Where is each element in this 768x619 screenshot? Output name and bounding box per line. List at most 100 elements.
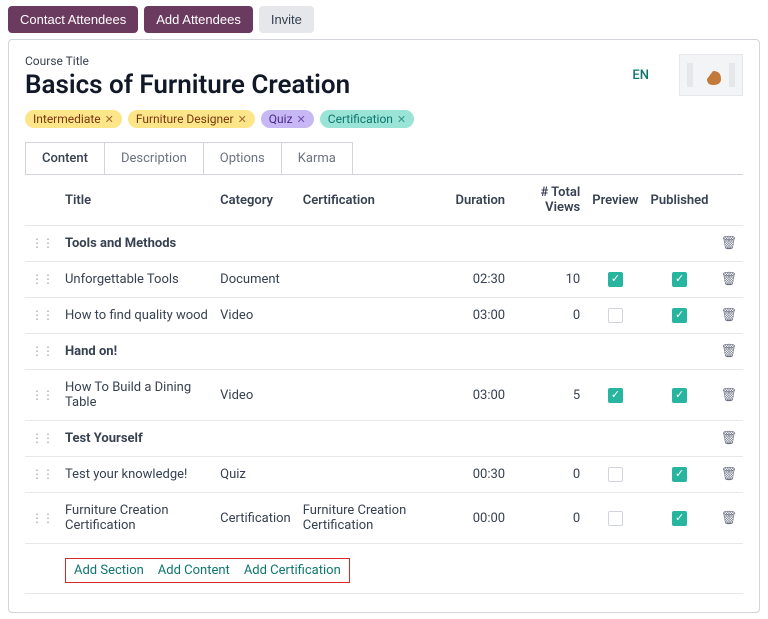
preview-checkbox[interactable] (608, 272, 623, 287)
drag-handle-icon[interactable]: ⋮⋮ (31, 431, 53, 445)
published-checkbox[interactable] (672, 388, 687, 403)
drag-handle-icon[interactable]: ⋮⋮ (31, 388, 53, 402)
course-thumbnail[interactable] (679, 54, 743, 96)
table-section-row: ⋮⋮ Test Yourself 🗑 (25, 421, 743, 457)
trash-icon[interactable]: 🗑 (720, 308, 737, 323)
col-certification: Certification (297, 175, 450, 226)
section-title[interactable]: Tools and Methods (59, 226, 714, 262)
tab-karma[interactable]: Karma (282, 143, 352, 174)
course-card: Course Title Basics of Furniture Creatio… (8, 39, 760, 613)
row-duration: 03:00 (450, 370, 512, 421)
trash-icon[interactable]: 🗑 (720, 467, 737, 482)
col-published: Published (645, 175, 715, 226)
row-title[interactable]: How To Build a Dining Table (59, 370, 214, 421)
row-views: 0 (511, 493, 586, 544)
table-row: ⋮⋮ How to find quality woodVideo 03:000 🗑 (25, 298, 743, 334)
trash-icon[interactable]: 🗑 (720, 344, 737, 359)
preview-checkbox[interactable] (608, 467, 623, 482)
row-certification (297, 298, 450, 334)
table-section-row: ⋮⋮ Tools and Methods 🗑 (25, 226, 743, 262)
row-views: 10 (511, 262, 586, 298)
col-title: Title (59, 175, 214, 226)
close-icon[interactable]: ✕ (397, 113, 406, 126)
row-duration: 00:00 (450, 493, 512, 544)
tab-description[interactable]: Description (105, 143, 204, 174)
row-certification (297, 370, 450, 421)
row-category: Video (214, 298, 297, 334)
trash-icon[interactable]: 🗑 (720, 431, 737, 446)
table-section-row: ⋮⋮ Hand on! 🗑 (25, 334, 743, 370)
add-content-link[interactable]: Add Content (158, 563, 230, 578)
tag-intermediate[interactable]: Intermediate ✕ (25, 110, 122, 128)
row-category: Document (214, 262, 297, 298)
trash-icon[interactable]: 🗑 (720, 511, 737, 526)
row-title[interactable]: Test your knowledge! (59, 457, 214, 493)
table-row: ⋮⋮ Test your knowledge!Quiz 00:300 🗑 (25, 457, 743, 493)
course-title-label: Course Title (25, 54, 632, 68)
row-views: 0 (511, 298, 586, 334)
row-views: 0 (511, 457, 586, 493)
tag-list: Intermediate✕ Furniture Designer✕ Quiz✕ … (25, 110, 743, 128)
row-certification: Furniture Creation Certification (297, 493, 450, 544)
preview-checkbox[interactable] (608, 308, 623, 323)
add-certification-link[interactable]: Add Certification (244, 563, 341, 578)
section-title[interactable]: Test Yourself (59, 421, 714, 457)
add-section-link[interactable]: Add Section (74, 563, 144, 578)
tag-label: Quiz (269, 112, 293, 126)
content-table: Title Category Certification Duration # … (25, 174, 743, 594)
row-views: 5 (511, 370, 586, 421)
row-certification (297, 457, 450, 493)
invite-button[interactable]: Invite (259, 6, 314, 33)
drag-handle-icon[interactable]: ⋮⋮ (31, 344, 53, 358)
table-row: ⋮⋮ How To Build a Dining TableVideo 03:005… (25, 370, 743, 421)
drag-handle-icon[interactable]: ⋮⋮ (31, 511, 53, 525)
top-button-bar: Contact Attendees Add Attendees Invite (8, 6, 760, 33)
preview-checkbox[interactable] (608, 388, 623, 403)
row-duration: 00:30 (450, 457, 512, 493)
drag-handle-icon[interactable]: ⋮⋮ (31, 236, 53, 250)
published-checkbox[interactable] (672, 308, 687, 323)
row-duration: 02:30 (450, 262, 512, 298)
published-checkbox[interactable] (672, 467, 687, 482)
row-duration: 03:00 (450, 298, 512, 334)
published-checkbox[interactable] (672, 272, 687, 287)
row-title[interactable]: How to find quality wood (59, 298, 214, 334)
col-preview: Preview (586, 175, 644, 226)
trash-icon[interactable]: 🗑 (720, 236, 737, 251)
row-category: Video (214, 370, 297, 421)
close-icon[interactable]: ✕ (297, 113, 306, 126)
add-actions-box: Add Section Add Content Add Certificatio… (65, 558, 350, 583)
row-title[interactable]: Unforgettable Tools (59, 262, 214, 298)
table-row: ⋮⋮ Unforgettable ToolsDocument 02:3010 🗑 (25, 262, 743, 298)
close-icon[interactable]: ✕ (238, 113, 247, 126)
row-title[interactable]: Furniture Creation Certification (59, 493, 214, 544)
published-checkbox[interactable] (672, 511, 687, 526)
contact-attendees-button[interactable]: Contact Attendees (8, 6, 138, 33)
trash-icon[interactable]: 🗑 (720, 272, 737, 287)
tag-label: Certification (328, 112, 393, 126)
trash-icon[interactable]: 🗑 (720, 388, 737, 403)
tag-label: Furniture Designer (136, 112, 234, 126)
add-attendees-button[interactable]: Add Attendees (144, 6, 253, 33)
drag-handle-icon[interactable]: ⋮⋮ (31, 272, 53, 286)
tab-bar: Content Description Options Karma (25, 142, 353, 174)
close-icon[interactable]: ✕ (105, 113, 114, 126)
course-title: Basics of Furniture Creation (25, 70, 632, 100)
tag-certification[interactable]: Certification ✕ (320, 110, 414, 128)
tag-quiz[interactable]: Quiz ✕ (261, 110, 314, 128)
col-category: Category (214, 175, 297, 226)
drag-handle-icon[interactable]: ⋮⋮ (31, 467, 53, 481)
row-category: Certification (214, 493, 297, 544)
tab-content[interactable]: Content (26, 143, 105, 174)
row-category: Quiz (214, 457, 297, 493)
thumbnail-image-icon (683, 57, 739, 93)
tag-furniture-designer[interactable]: Furniture Designer ✕ (128, 110, 255, 128)
row-certification (297, 262, 450, 298)
section-title[interactable]: Hand on! (59, 334, 714, 370)
preview-checkbox[interactable] (608, 511, 623, 526)
tag-label: Intermediate (33, 112, 101, 126)
tab-options[interactable]: Options (204, 143, 282, 174)
table-row: ⋮⋮ Furniture Creation CertificationCertif… (25, 493, 743, 544)
language-indicator[interactable]: EN (632, 68, 649, 83)
drag-handle-icon[interactable]: ⋮⋮ (31, 308, 53, 322)
